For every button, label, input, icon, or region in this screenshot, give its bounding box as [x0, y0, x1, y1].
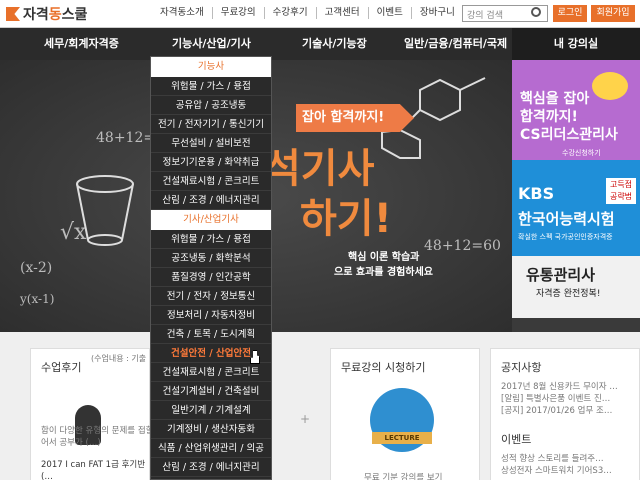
menu-general-finance-it[interactable]: 일반/금융/컴퓨터/국제	[404, 28, 507, 60]
dropdown-item[interactable]: 정보기기운용 / 화약취급	[151, 153, 271, 172]
dropdown-item[interactable]: 위험물 / 가스 / 용접	[151, 230, 271, 249]
dropdown-item[interactable]: 품질경영 / 인간공학	[151, 268, 271, 287]
cylinder-drawing	[76, 175, 134, 246]
free-lecture-caption: 무료 기분 강의를 보기	[364, 473, 443, 480]
review-panel: 수업후기 (수업내용 : 기출 함이 다양한 유형의 문제를 접할 수 있 어서…	[30, 348, 175, 480]
top-bar: 자격동스쿨 자격동소개 무료강의 수강후기 고객센터 이벤트 장바구니 강의 검…	[0, 0, 640, 28]
more-link[interactable]: +	[300, 412, 310, 426]
dropdown-item[interactable]: 공조냉동 / 화학분석	[151, 249, 271, 268]
dropdown-item[interactable]: 전기 / 전자기기 / 통신기기	[151, 115, 271, 134]
notice-item[interactable]: [알림] 특별사은품 이벤트 진…	[501, 393, 618, 405]
nav-reviews[interactable]: 수강후기	[265, 7, 317, 19]
notice-panel: 공지사항 2017년 8월 신용카드 무이자 … [알림] 특별사은품 이벤트 …	[490, 348, 640, 480]
chalk-equation: 48+12=60	[424, 238, 501, 254]
menu-professional-engineer[interactable]: 기술사/기능장	[302, 28, 367, 60]
main-nav: 세무/회계자격증 기능사/산업/기사 기술사/기능장 일반/금융/컴퓨터/국제 …	[0, 28, 640, 60]
ad-kbs-korean[interactable]: KBS 고득점 공략법 한국어능력시험 확실한 스펙 국가공인인증자격증	[512, 160, 640, 256]
utility-nav: 자격동소개 무료강의 수강후기 고객센터 이벤트 장바구니	[152, 7, 463, 19]
menu-tax-accounting[interactable]: 세무/회계자격증	[44, 28, 119, 60]
dropdown-item[interactable]: 공유압 / 공조냉동	[151, 96, 271, 115]
nav-free-lectures[interactable]: 무료강의	[213, 7, 265, 19]
chalk-equation: (x-2)	[20, 260, 53, 276]
hero-subtitle: 핵심 이론 학습과 으로 효과를 경험하세요	[334, 252, 433, 278]
category-dropdown-menu: 기능사 위험물 / 가스 / 용접 공유압 / 공조냉동 전기 / 전자기기 / 통신…	[150, 56, 272, 480]
dropdown-item[interactable]: 건설재료시험 / 콘크리트	[151, 363, 271, 382]
ad-cs-leaders[interactable]: 핵심을 잡아 합격까지! CS리더스관리사 수강신청하기	[512, 60, 640, 160]
dropdown-group-header[interactable]: 기사/산업기사	[151, 210, 271, 230]
dropdown-item[interactable]: 일반기계 / 기계설계	[151, 401, 271, 420]
nav-support[interactable]: 고객센터	[317, 7, 369, 19]
dropdown-item[interactable]: 산림 / 조경 / 에너지관리	[151, 191, 271, 210]
event-item[interactable]: 성적 향상 스토리를 들려주…	[501, 453, 612, 465]
free-lecture-title[interactable]: 무료강의 시청하기	[341, 359, 425, 375]
review-title[interactable]: 수업후기	[41, 359, 81, 375]
notice-item[interactable]: [공지] 2017/01/26 업무 조…	[501, 405, 618, 417]
notice-item[interactable]: 2017년 8월 신용카드 무이자 …	[501, 381, 618, 393]
login-button[interactable]: 로그인	[553, 5, 587, 22]
search-icon[interactable]	[531, 7, 541, 17]
logo-icon	[6, 7, 20, 21]
dropdown-item[interactable]: 산림 / 조경 / 에너지관리	[151, 458, 271, 477]
chalk-equation: y(x-1)	[20, 292, 55, 306]
my-classroom-button[interactable]: 내 강의실	[512, 28, 640, 60]
nav-about[interactable]: 자격동소개	[152, 7, 213, 19]
review-item[interactable]: 2017 I can FAT 1급 후기반 (…	[41, 459, 149, 480]
ad-distribution-manager[interactable]: 유통관리사 자격증 완전정복!	[512, 256, 640, 318]
dropdown-item[interactable]: 무선설비 / 설비보전	[151, 134, 271, 153]
signup-button[interactable]: 회원가입	[591, 5, 635, 22]
nav-cart[interactable]: 장바구니	[412, 7, 463, 19]
dropdown-item[interactable]: 정보처리 / 자동차정비	[151, 306, 271, 325]
dropdown-item[interactable]: 건축 / 토목 / 도시계획	[151, 325, 271, 344]
dropdown-item[interactable]: 위험물 / 가스 / 용접	[151, 77, 271, 96]
dropdown-item[interactable]: 건설기계설비 / 건축설비	[151, 382, 271, 401]
event-title[interactable]: 이벤트	[501, 431, 531, 447]
dropdown-item[interactable]: 전기 / 전자 / 정보통신	[151, 287, 271, 306]
lecture-badge: LECTURE	[372, 432, 432, 444]
dropdown-item[interactable]: 건설재료시험 / 콘크리트	[151, 172, 271, 191]
dropdown-item[interactable]: 식품 / 산업위생관리 / 의공	[151, 439, 271, 458]
bottom-section: 수업후기 (수업내용 : 기출 함이 다양한 유형의 문제를 접할 수 있 어서…	[0, 332, 640, 480]
notice-title[interactable]: 공지사항	[501, 359, 541, 375]
logo-text: 자격동스쿨	[23, 7, 88, 23]
event-item[interactable]: 상성전자 스마트워치 기어S3…	[501, 465, 612, 477]
hero-ribbon: 잡아 합격까지!	[296, 104, 414, 132]
hero-banner[interactable]: 48+12=60 (x-2) √x 48+12=60 y(x-1) 잡아 합격까…	[0, 60, 640, 332]
dropdown-item[interactable]: 기계정비 / 생산자동화	[151, 420, 271, 439]
site-logo[interactable]: 자격동스쿨	[6, 4, 87, 24]
dropdown-group-header[interactable]: 기능사	[151, 57, 271, 77]
nav-events[interactable]: 이벤트	[369, 7, 412, 19]
hero-title: 석기사 하기!	[264, 146, 392, 242]
